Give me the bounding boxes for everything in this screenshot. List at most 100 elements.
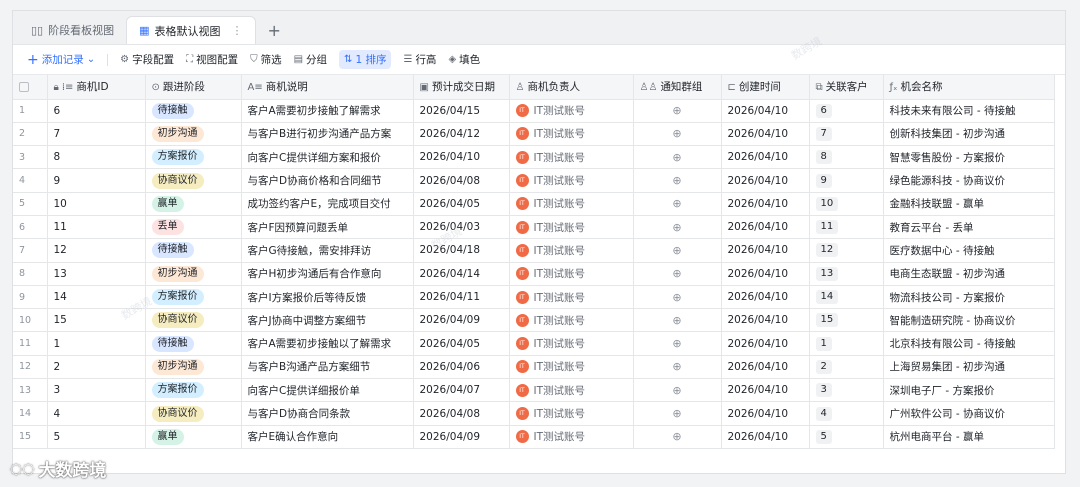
cell-related-customer[interactable]: 15: [809, 308, 884, 333]
cell-notify-group[interactable]: ⊕: [633, 99, 722, 123]
cell-notify-group[interactable]: ⊕: [633, 168, 722, 193]
cell-id[interactable]: 7: [47, 122, 146, 147]
cell-owner[interactable]: IT IT测试账号: [509, 425, 634, 449]
cell-id[interactable]: 13: [47, 262, 146, 286]
table-row[interactable]: 11 1 待接触 客户A需要初步接触以了解需求 2026/04/05 IT IT测试账号 ⊕ 2…: [13, 331, 1055, 356]
cell-expected-date[interactable]: 2026/04/06: [413, 355, 510, 380]
cell-expected-date[interactable]: 2026/04/14: [413, 262, 510, 286]
cell-owner[interactable]: IT IT测试账号: [509, 192, 634, 216]
cell-stage[interactable]: 赢单: [145, 192, 242, 216]
cell-expected-date[interactable]: 2026/04/18: [413, 238, 510, 263]
cell-related-customer[interactable]: 4: [809, 401, 884, 426]
cell-id[interactable]: 12: [47, 238, 146, 263]
table-row[interactable]: 3 8 方案报价 向客户C提供详细方案和报价 2026/04/10 IT IT测试账号 ⊕ 20…: [13, 145, 1055, 170]
cell-stage[interactable]: 待接触: [145, 238, 242, 263]
table-row[interactable]: 7 12 待接触 客户G待接触，需安排拜访 2026/04/18 IT IT测试账号 ⊕ 202…: [13, 238, 1055, 263]
column-header-expected-date[interactable]: ▣ 预计成交日期: [413, 75, 510, 100]
cell-owner[interactable]: IT IT测试账号: [509, 262, 634, 286]
cell-stage[interactable]: 待接触: [145, 99, 242, 123]
tab-kanban-view[interactable]: ▯▯ 阶段看板视图: [19, 16, 126, 44]
cell-id[interactable]: 6: [47, 99, 146, 123]
cell-related-customer[interactable]: 13: [809, 262, 884, 286]
cell-description[interactable]: 向客户C提供详细方案和报价: [241, 145, 414, 170]
cell-description[interactable]: 客户A需要初步接触以了解需求: [241, 331, 414, 356]
cell-description[interactable]: 客户A需要初步接触了解需求: [241, 99, 414, 123]
cell-id[interactable]: 8: [47, 145, 146, 170]
cell-description[interactable]: 客户H初步沟通后有合作意向: [241, 262, 414, 286]
more-icon[interactable]: ⋮: [232, 24, 243, 37]
cell-expected-date[interactable]: 2026/04/08: [413, 168, 510, 193]
cell-related-customer[interactable]: 10: [809, 192, 884, 216]
cell-related-customer[interactable]: 5: [809, 425, 884, 449]
column-header-related-customer[interactable]: ⧉ 关联客户: [809, 75, 884, 100]
cell-description[interactable]: 客户E确认合作意向: [241, 425, 414, 449]
cell-owner[interactable]: IT IT测试账号: [509, 401, 634, 426]
cell-expected-date[interactable]: 2026/04/05: [413, 192, 510, 216]
cell-id[interactable]: 4: [47, 401, 146, 426]
cell-notify-group[interactable]: ⊕: [633, 378, 722, 403]
cell-related-customer[interactable]: 6: [809, 99, 884, 123]
checkbox[interactable]: [19, 81, 29, 92]
cell-notify-group[interactable]: ⊕: [633, 308, 722, 333]
table-row[interactable]: 9 14 方案报价 客户I方案报价后等待反馈 2026/04/11 IT IT测试账号 ⊕ 20…: [13, 285, 1055, 310]
cell-description[interactable]: 与客户B进行初步沟通产品方案: [241, 122, 414, 147]
cell-id[interactable]: 11: [47, 215, 146, 240]
cell-related-customer[interactable]: 7: [809, 122, 884, 147]
tab-grid-view[interactable]: ▦ 表格默认视图 ⋮: [126, 16, 256, 44]
table-row[interactable]: 12 2 初步沟通 与客户B沟通产品方案细节 2026/04/06 IT IT测试账号 ⊕ 20…: [13, 355, 1055, 380]
cell-notify-group[interactable]: ⊕: [633, 238, 722, 263]
table-row[interactable]: 15 5 赢单 客户E确认合作意向 2026/04/09 IT IT测试账号 ⊕ 2026/04…: [13, 425, 1055, 449]
cell-id[interactable]: 10: [47, 192, 146, 216]
column-header-stage[interactable]: ⊙ 跟进阶段: [145, 75, 242, 100]
cell-owner[interactable]: IT IT测试账号: [509, 99, 634, 123]
add-group-icon[interactable]: ⊕: [672, 291, 681, 304]
cell-stage[interactable]: 初步沟通: [145, 355, 242, 380]
cell-stage[interactable]: 协商议价: [145, 308, 242, 333]
cell-owner[interactable]: IT IT测试账号: [509, 238, 634, 263]
table-row[interactable]: 13 3 方案报价 向客户C提供详细报价单 2026/04/07 IT IT测试账号 ⊕ 202…: [13, 378, 1055, 403]
cell-expected-date[interactable]: 2026/04/09: [413, 308, 510, 333]
cell-stage[interactable]: 初步沟通: [145, 262, 242, 286]
table-row[interactable]: 2 7 初步沟通 与客户B进行初步沟通产品方案 2026/04/12 IT IT测试账号 ⊕ 2…: [13, 122, 1055, 147]
add-group-icon[interactable]: ⊕: [672, 337, 681, 350]
cell-description[interactable]: 客户F因预算问题丢单: [241, 215, 414, 240]
cell-owner[interactable]: IT IT测试账号: [509, 215, 634, 240]
cell-stage[interactable]: 方案报价: [145, 378, 242, 403]
cell-stage[interactable]: 协商议价: [145, 168, 242, 193]
column-header-description[interactable]: A≡ 商机说明: [241, 75, 414, 100]
cell-id[interactable]: 2: [47, 355, 146, 380]
cell-expected-date[interactable]: 2026/04/07: [413, 378, 510, 403]
cell-description[interactable]: 向客户C提供详细报价单: [241, 378, 414, 403]
cell-id[interactable]: 3: [47, 378, 146, 403]
add-group-icon[interactable]: ⊕: [672, 267, 681, 280]
cell-id[interactable]: 1: [47, 331, 146, 356]
add-group-icon[interactable]: ⊕: [672, 151, 681, 164]
add-group-icon[interactable]: ⊕: [672, 174, 681, 187]
table-row[interactable]: 6 11 丢单 客户F因预算问题丢单 2026/04/03 IT IT测试账号 ⊕ 2026/0…: [13, 215, 1055, 240]
column-header-owner[interactable]: ♙ 商机负责人: [509, 75, 634, 100]
cell-owner[interactable]: IT IT测试账号: [509, 331, 634, 356]
cell-related-customer[interactable]: 12: [809, 238, 884, 263]
add-group-icon[interactable]: ⊕: [672, 360, 681, 373]
filter-button[interactable]: ⛉ 筛选: [250, 52, 282, 67]
cell-stage[interactable]: 协商议价: [145, 401, 242, 426]
cell-expected-date[interactable]: 2026/04/08: [413, 401, 510, 426]
cell-related-customer[interactable]: 11: [809, 215, 884, 240]
table-row[interactable]: 10 15 协商议价 客户J协商中调整方案细节 2026/04/09 IT IT测试账号 ⊕ 2…: [13, 308, 1055, 333]
column-header-notify-group[interactable]: ♙♙ 通知群组: [633, 75, 722, 100]
cell-notify-group[interactable]: ⊕: [633, 331, 722, 356]
cell-owner[interactable]: IT IT测试账号: [509, 308, 634, 333]
cell-related-customer[interactable]: 14: [809, 285, 884, 310]
cell-related-customer[interactable]: 2: [809, 355, 884, 380]
field-config-button[interactable]: ⚙ 字段配置: [120, 52, 174, 67]
cell-related-customer[interactable]: 1: [809, 331, 884, 356]
cell-description[interactable]: 与客户D协商价格和合同细节: [241, 168, 414, 193]
cell-expected-date[interactable]: 2026/04/10: [413, 145, 510, 170]
cell-stage[interactable]: 初步沟通: [145, 122, 242, 147]
cell-description[interactable]: 与客户B沟通产品方案细节: [241, 355, 414, 380]
group-button[interactable]: ▤ 分组: [294, 52, 327, 67]
column-header-id[interactable]: 🔒︎ ⁞≡ 商机ID: [47, 75, 146, 100]
cell-owner[interactable]: IT IT测试账号: [509, 355, 634, 380]
cell-expected-date[interactable]: 2026/04/12: [413, 122, 510, 147]
cell-stage[interactable]: 赢单: [145, 425, 242, 449]
